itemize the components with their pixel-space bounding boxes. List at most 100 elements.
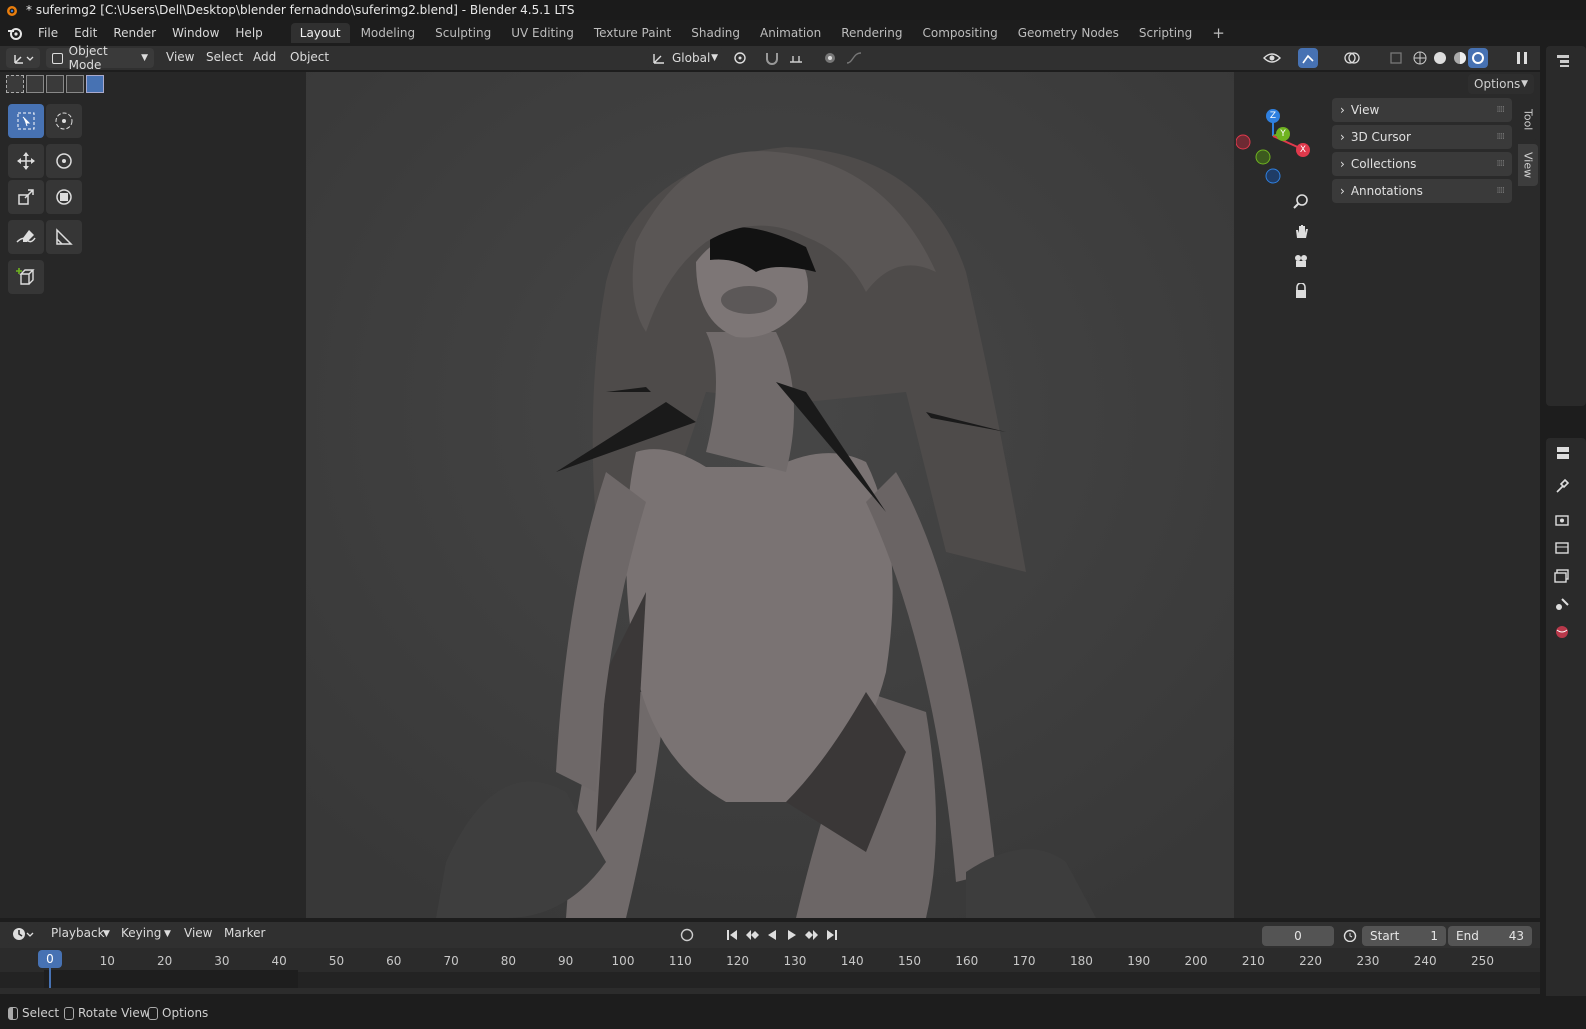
- xray-toggle-icon[interactable]: [1386, 48, 1406, 68]
- solid-shading-icon[interactable]: [1430, 48, 1450, 68]
- tab-animation[interactable]: Animation: [751, 23, 830, 43]
- select-intersect-icon[interactable]: [86, 75, 104, 93]
- end-frame-field[interactable]: End 43: [1448, 926, 1532, 946]
- timeline-scrollbar[interactable]: [0, 988, 1540, 994]
- output-properties-icon[interactable]: [1554, 540, 1570, 559]
- jump-end-icon[interactable]: [822, 925, 842, 945]
- tab-texture-paint[interactable]: Texture Paint: [585, 23, 680, 43]
- measure-tool-icon[interactable]: [46, 220, 82, 254]
- start-frame-field[interactable]: Start 1: [1362, 926, 1446, 946]
- rendered-shading-icon[interactable]: [1468, 48, 1488, 68]
- auto-keying-icon[interactable]: [677, 925, 697, 945]
- gizmo-z-label[interactable]: Z: [1266, 109, 1280, 123]
- move-tool-icon[interactable]: [8, 144, 44, 178]
- add-workspace-button[interactable]: +: [1203, 21, 1234, 45]
- drag-handle-icon[interactable]: ⁞⁞⁞⁞: [1497, 159, 1506, 169]
- gizmo-toggle-icon[interactable]: [1298, 48, 1318, 68]
- navigation-gizmo[interactable]: Z Y X: [1235, 106, 1316, 186]
- timeline-area[interactable]: 10 20 30 40 50 60 70 80 90 100 110 120 130 140 150 160 1…: [0, 948, 1540, 994]
- proportional-edit-icon[interactable]: [820, 48, 840, 68]
- overlays-icon[interactable]: [1342, 48, 1362, 68]
- timeline-editor-type[interactable]: [6, 924, 40, 944]
- timeline-menu-view[interactable]: View: [184, 926, 212, 940]
- gizmo-y-label[interactable]: Y: [1276, 127, 1290, 141]
- tab-tool[interactable]: Tool: [1518, 100, 1538, 140]
- tab-uv-editing[interactable]: UV Editing: [502, 23, 583, 43]
- menu-render[interactable]: Render: [105, 26, 164, 40]
- tab-geometry-nodes[interactable]: Geometry Nodes: [1009, 23, 1128, 43]
- render-properties-icon[interactable]: [1554, 512, 1570, 531]
- play-icon[interactable]: [782, 925, 802, 945]
- panel-3d-cursor[interactable]: › 3D Cursor ⁞⁞⁞⁞: [1332, 125, 1512, 149]
- header-menu-select[interactable]: Select: [206, 50, 243, 64]
- tool-settings-icon[interactable]: [1554, 478, 1570, 497]
- gizmo-x-label[interactable]: X: [1296, 143, 1310, 157]
- tab-shading[interactable]: Shading: [682, 23, 749, 43]
- tab-layout[interactable]: Layout: [290, 23, 350, 43]
- outliner-icon[interactable]: [1556, 54, 1570, 71]
- scale-tool-icon[interactable]: [8, 180, 44, 214]
- mode-dropdown[interactable]: Object Mode ▼: [46, 44, 154, 72]
- header-menu-add[interactable]: Add: [253, 50, 276, 64]
- material-preview-icon[interactable]: [1450, 48, 1470, 68]
- 3d-viewport[interactable]: [306, 72, 1234, 918]
- falloff-curve-icon[interactable]: [844, 48, 864, 68]
- tab-modeling[interactable]: Modeling: [352, 23, 425, 43]
- tab-scripting[interactable]: Scripting: [1130, 23, 1201, 43]
- stopwatch-icon[interactable]: [1340, 925, 1360, 945]
- tab-view[interactable]: View: [1518, 144, 1538, 186]
- jump-keyframe-prev-icon[interactable]: [742, 925, 762, 945]
- select-subtract-icon[interactable]: [46, 75, 64, 93]
- timeline-menu-keying[interactable]: Keying: [121, 926, 161, 940]
- menu-file[interactable]: File: [30, 26, 66, 40]
- tab-sculpting[interactable]: Sculpting: [426, 23, 500, 43]
- scene-properties-icon[interactable]: [1554, 596, 1570, 615]
- menu-help[interactable]: Help: [227, 26, 270, 40]
- lock-icon[interactable]: [1288, 278, 1314, 304]
- cursor-tool-icon[interactable]: [46, 104, 82, 138]
- header-menu-object[interactable]: Object: [290, 50, 329, 64]
- select-box-tool-icon[interactable]: [8, 104, 44, 138]
- pan-hand-icon[interactable]: [1288, 218, 1314, 244]
- snap-magnet-icon[interactable]: [762, 48, 782, 68]
- drag-handle-icon[interactable]: ⁞⁞⁞⁞: [1497, 186, 1506, 196]
- pivot-point-icon[interactable]: [730, 48, 750, 68]
- view-layer-icon[interactable]: [1554, 568, 1570, 587]
- menu-edit[interactable]: Edit: [66, 26, 105, 40]
- panel-annotations[interactable]: › Annotations ⁞⁞⁞⁞: [1332, 179, 1512, 203]
- header-menu-view[interactable]: View: [166, 50, 194, 64]
- panel-collections[interactable]: › Collections ⁞⁞⁞⁞: [1332, 152, 1512, 176]
- snap-target-icon[interactable]: [786, 48, 806, 68]
- options-dropdown[interactable]: Options ▼: [1468, 74, 1534, 94]
- world-properties-icon[interactable]: [1554, 624, 1570, 643]
- transform-tool-icon[interactable]: [46, 180, 82, 214]
- outliner-collapsed[interactable]: [1546, 46, 1586, 406]
- add-cube-tool-icon[interactable]: [8, 260, 44, 294]
- zoom-icon[interactable]: [1288, 188, 1314, 214]
- tab-compositing[interactable]: Compositing: [913, 23, 1006, 43]
- select-invert-icon[interactable]: [66, 75, 84, 93]
- current-frame-field[interactable]: 0: [1262, 926, 1334, 946]
- drag-handle-icon[interactable]: ⁞⁞⁞⁞: [1497, 132, 1506, 142]
- pause-render-icon[interactable]: [1512, 48, 1532, 68]
- editor-type-dropdown[interactable]: [6, 48, 40, 68]
- timeline-menu-playback[interactable]: Playback: [51, 926, 105, 940]
- tab-rendering[interactable]: Rendering: [832, 23, 911, 43]
- jump-start-icon[interactable]: [722, 925, 742, 945]
- menu-window[interactable]: Window: [164, 26, 227, 40]
- play-reverse-icon[interactable]: [762, 925, 782, 945]
- annotate-tool-icon[interactable]: [8, 220, 44, 254]
- jump-keyframe-next-icon[interactable]: [802, 925, 822, 945]
- timeline-menu-marker[interactable]: Marker: [224, 926, 265, 940]
- select-extend-icon[interactable]: [26, 75, 44, 93]
- playhead-marker[interactable]: 0: [38, 950, 62, 968]
- drag-handle-icon[interactable]: ⁞⁞⁞⁞: [1497, 105, 1506, 115]
- panel-view[interactable]: › View ⁞⁞⁞⁞: [1332, 98, 1512, 122]
- wireframe-shading-icon[interactable]: [1410, 48, 1430, 68]
- properties-editor-icon[interactable]: [1556, 446, 1570, 463]
- frame-ruler[interactable]: 10 20 30 40 50 60 70 80 90 100 110 120 130 140 150 160 1…: [0, 948, 1540, 994]
- visibility-eye-icon[interactable]: [1262, 48, 1282, 68]
- rotate-tool-icon[interactable]: [46, 144, 82, 178]
- camera-view-icon[interactable]: [1288, 248, 1314, 274]
- blender-menu-icon[interactable]: [0, 26, 30, 40]
